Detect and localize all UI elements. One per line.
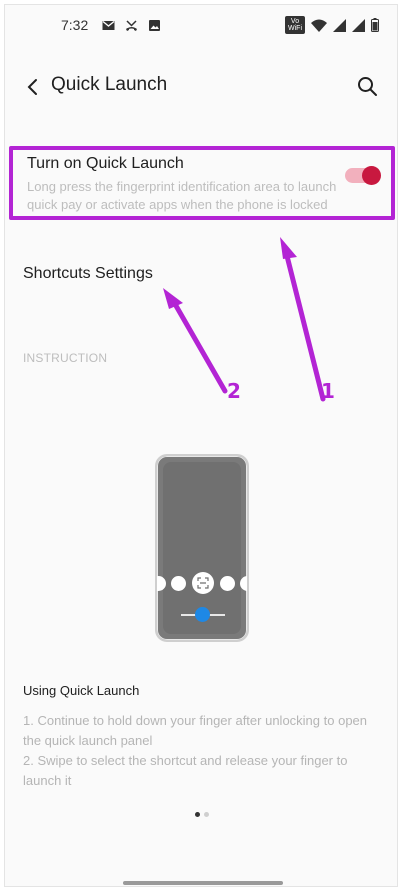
using-quick-launch-title: Using Quick Launch — [23, 683, 140, 698]
shortcut-dot — [220, 576, 235, 591]
shortcut-dot — [171, 576, 186, 591]
shortcut-dot — [240, 576, 247, 591]
slider-thumb — [195, 607, 210, 622]
annotation-label-2: 2 — [227, 379, 241, 403]
step-1-text: 1. Continue to hold down your finger aft… — [23, 713, 368, 748]
page-dot-inactive — [204, 812, 209, 817]
phone-illustration — [155, 454, 249, 642]
annotation-label-1: 1 — [321, 379, 335, 403]
volte-wifi-icon: Vo WiFi — [285, 16, 305, 34]
fingerprint-scan-icon — [192, 572, 214, 594]
page-dot-active — [195, 812, 200, 817]
battery-icon — [371, 18, 379, 32]
status-system-icons: Vo WiFi — [285, 16, 379, 34]
app-bar: Quick Launch — [5, 63, 397, 109]
annotation-arrow-1 — [280, 237, 326, 402]
wifi-icon — [311, 19, 327, 32]
signal-icon — [333, 18, 346, 32]
annotation-arrow-2 — [163, 288, 228, 394]
using-quick-launch-steps: 1. Continue to hold down your finger aft… — [23, 711, 383, 791]
step-2-text: 2. Swipe to select the shortcut and rele… — [23, 753, 348, 788]
back-arrow-icon[interactable] — [21, 75, 45, 99]
screen: 7:32 Vo WiFi Quick Launch Turn on Quick … — [4, 4, 398, 887]
search-icon[interactable] — [355, 74, 379, 98]
quick-launch-toggle[interactable] — [343, 164, 381, 186]
quick-launch-title: Turn on Quick Launch — [27, 155, 184, 172]
home-indicator[interactable] — [123, 881, 283, 885]
missed-call-icon — [126, 19, 138, 31]
toggle-thumb — [362, 166, 381, 185]
signal-icon — [352, 18, 365, 32]
status-notification-icons — [102, 19, 161, 32]
shortcuts-settings-item[interactable]: Shortcuts Settings — [23, 265, 153, 283]
instruction-header: INSTRUCTION — [23, 351, 108, 365]
quick-launch-description: Long press the fingerprint identificatio… — [27, 179, 337, 212]
quick-launch-setting-row[interactable]: Turn on Quick Launch Long press the fing… — [9, 146, 395, 220]
image-icon — [149, 19, 161, 31]
status-time: 7:32 — [61, 17, 89, 33]
gmail-icon — [102, 20, 115, 30]
page-indicator — [195, 812, 209, 817]
page-title: Quick Launch — [51, 74, 168, 95]
status-bar: 7:32 Vo WiFi — [5, 5, 397, 45]
